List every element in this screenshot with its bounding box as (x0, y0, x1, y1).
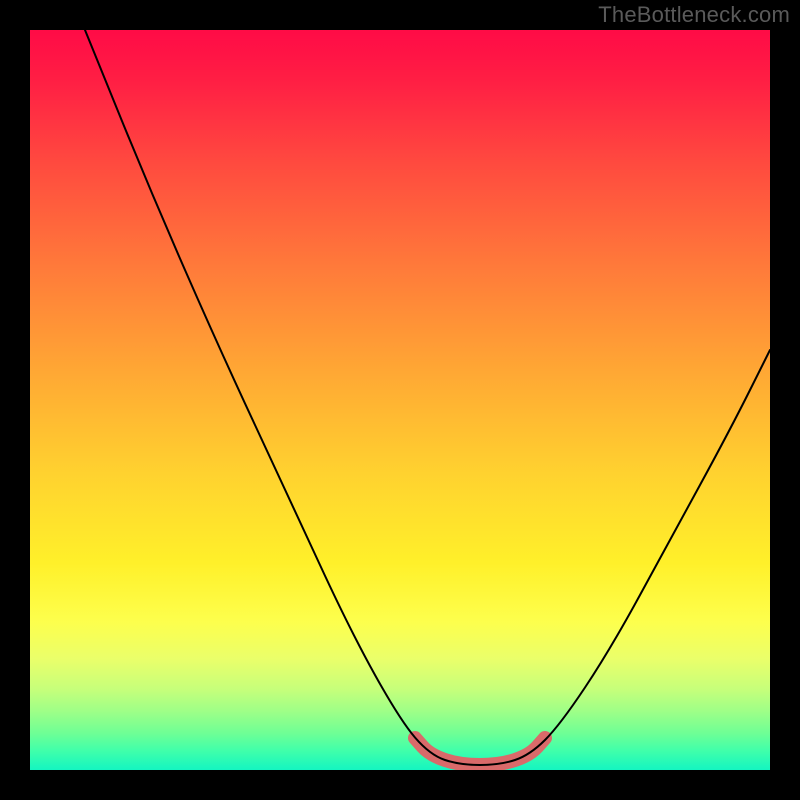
watermark-text: TheBottleneck.com (598, 2, 790, 28)
curve-line (85, 30, 770, 765)
curve-accent-bottom (415, 738, 545, 765)
chart-frame: TheBottleneck.com (0, 0, 800, 800)
curve-svg (30, 30, 770, 770)
plot-area (30, 30, 770, 770)
